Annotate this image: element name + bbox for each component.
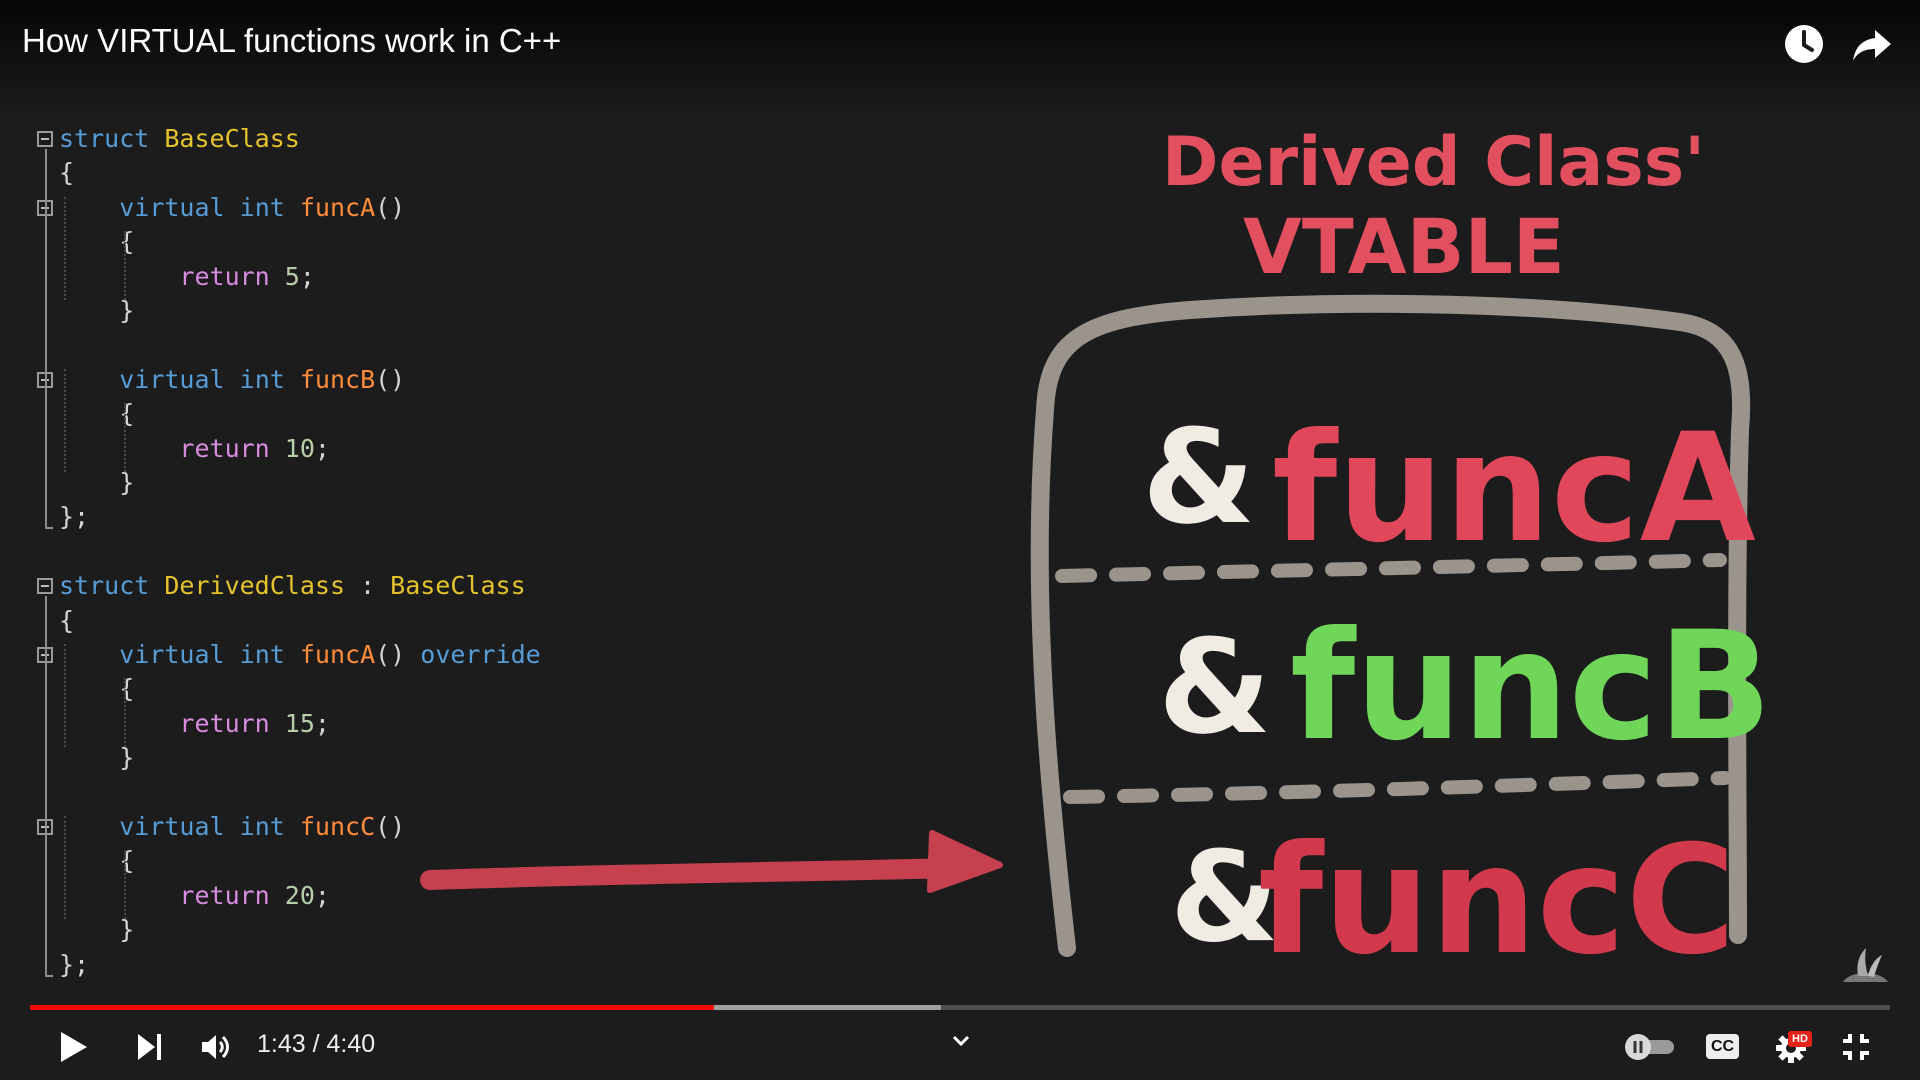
time-display: 1:43 / 4:40 xyxy=(257,1030,376,1058)
pointer-arrow xyxy=(420,858,965,890)
vtable-entry-amp: & xyxy=(1142,401,1255,553)
volume-icon[interactable] xyxy=(200,1031,232,1063)
play-icon[interactable] xyxy=(58,1030,90,1064)
vtable-entry-funcB: funcB xyxy=(1290,600,1772,774)
progress-played xyxy=(30,1005,715,1010)
chevron-down-icon[interactable] xyxy=(951,1034,971,1048)
vtable-entry-amp: & xyxy=(1158,611,1271,763)
cc-icon[interactable]: CC xyxy=(1706,1034,1739,1059)
progress-bar[interactable] xyxy=(30,1005,1890,1010)
autoplay-toggle[interactable] xyxy=(1624,1033,1678,1061)
vtable-separator xyxy=(1063,771,1732,804)
vtable-heading-line2: VTABLE xyxy=(1243,202,1565,291)
exit-fullscreen-icon[interactable] xyxy=(1841,1032,1871,1062)
next-icon[interactable] xyxy=(136,1032,164,1062)
vtable-entry-funcA: funcA xyxy=(1272,402,1756,576)
pointer-arrowhead xyxy=(927,830,1003,893)
channel-logo xyxy=(1843,948,1888,982)
hd-badge: HD xyxy=(1788,1031,1812,1047)
vtable-heading-line1: Derived Class' xyxy=(1162,123,1705,202)
vtable-entry-funcC: funcC xyxy=(1258,814,1736,988)
vtable-diagram: Derived Class' VTABLE & funcA & funcB & … xyxy=(420,123,1888,988)
